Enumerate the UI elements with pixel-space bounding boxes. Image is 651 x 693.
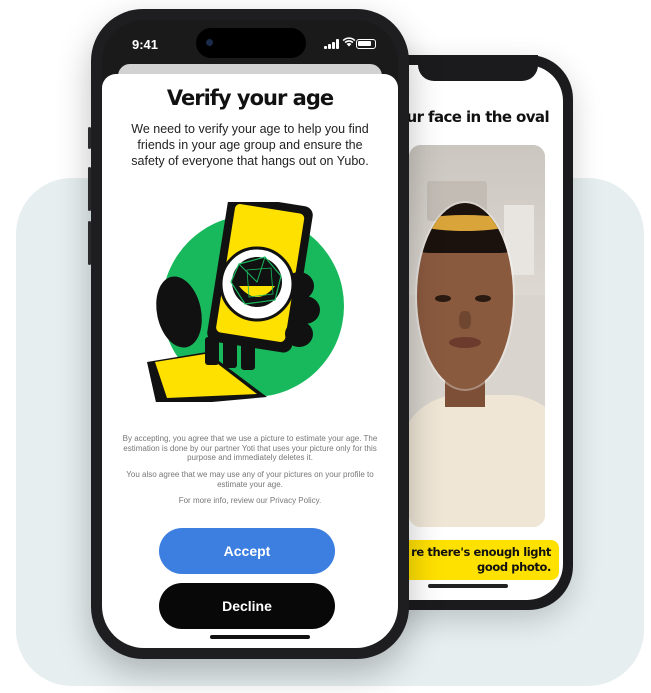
legal-text-profile-pictures: You also agree that we may use any of yo… [126, 470, 374, 489]
person-eye-right [475, 295, 491, 302]
tip-line-2: good photo. [477, 560, 551, 574]
wifi-icon [342, 36, 356, 49]
decline-button[interactable]: Decline [159, 583, 335, 629]
legal-text-consent: By accepting, you agree that we use a pi… [122, 434, 378, 463]
person-headband [417, 215, 513, 231]
back-phone-notch [418, 55, 538, 81]
person-sweater [409, 395, 545, 527]
battery-icon [356, 39, 376, 49]
home-indicator [210, 635, 310, 639]
phone-face-scan-illustration [147, 202, 344, 402]
volume-up-button [88, 167, 91, 211]
page-description: We need to verify your age to help you f… [131, 122, 369, 168]
front-phone: 9:41 Verify your age We need to verify y… [88, 9, 409, 659]
accept-button[interactable]: Accept [159, 528, 335, 574]
dynamic-island [196, 28, 306, 58]
person-lips [449, 337, 481, 348]
volume-down-button [88, 221, 91, 265]
page-title: Verify your age [166, 86, 334, 110]
face-oval-guide [417, 203, 513, 389]
silent-switch [88, 127, 91, 149]
verify-age-screen: 9:41 Verify your age We need to verify y… [102, 20, 398, 648]
tip-line-1: re there's enough light [411, 545, 551, 559]
privacy-policy-link[interactable]: For more info, review our Privacy Policy… [120, 496, 380, 506]
back-home-indicator [428, 584, 508, 588]
verify-age-sheet: Verify your age We need to verify your a… [102, 74, 398, 648]
camera-lens-icon [206, 39, 213, 46]
status-time: 9:41 [132, 37, 159, 52]
person-eye-left [435, 295, 451, 302]
camera-preview [409, 145, 545, 527]
lighting-tip-banner: re there's enough light good photo. [393, 540, 559, 580]
status-icons [324, 36, 376, 49]
person-nose [459, 311, 471, 329]
